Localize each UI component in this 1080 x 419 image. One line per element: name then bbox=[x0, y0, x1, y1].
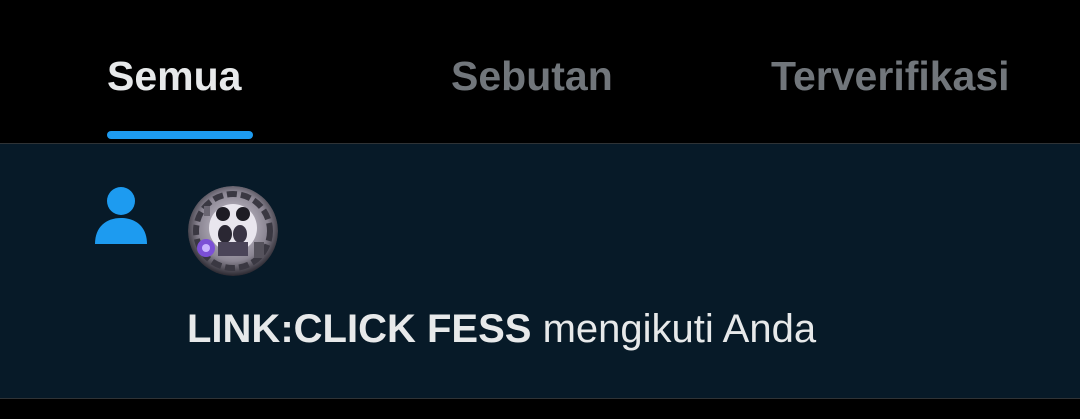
notification-text: LINK:CLICK FESS mengikuti Anda bbox=[187, 304, 816, 354]
active-tab-indicator bbox=[107, 131, 253, 139]
actor-name[interactable]: LINK:CLICK FESS bbox=[187, 307, 531, 351]
tab-verified[interactable]: Terverifikasi bbox=[771, 48, 1010, 104]
tab-all[interactable]: Semua bbox=[107, 48, 241, 104]
follow-notification[interactable]: LINK:CLICK FESS mengikuti Anda bbox=[0, 144, 1080, 399]
tab-mentions[interactable]: Sebutan bbox=[451, 48, 613, 104]
person-icon bbox=[94, 186, 148, 244]
account-avatar[interactable] bbox=[188, 186, 278, 276]
notification-tabs: Semua Sebutan Terverifikasi bbox=[0, 0, 1080, 144]
notification-action: mengikuti Anda bbox=[542, 307, 817, 351]
